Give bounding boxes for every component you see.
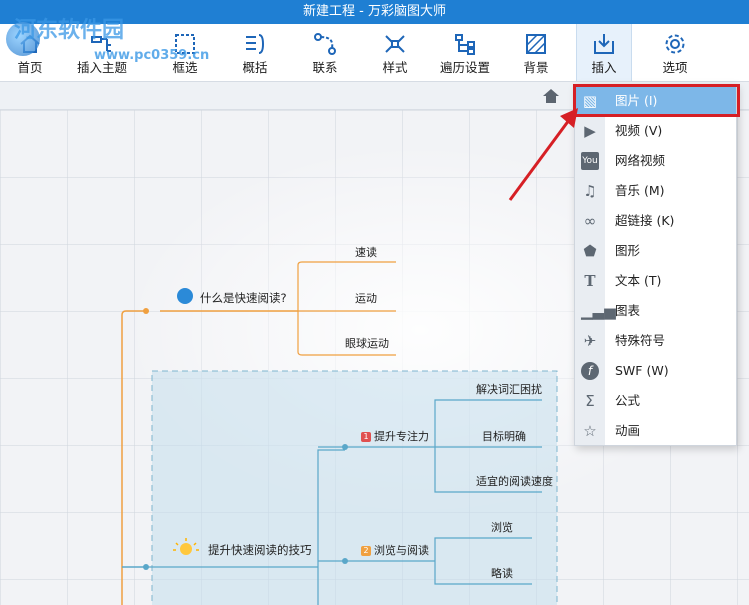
toolbar-insert-button[interactable]: 插入 ▾ (576, 24, 632, 89)
subtopic-speed-read[interactable]: 速读 (355, 244, 377, 260)
menu-item-web-video[interactable]: You 网络视频 (575, 146, 736, 176)
topic-what-is-speed-reading[interactable]: 什么是快速阅读? (200, 290, 287, 306)
watermark-url: www.pc0359.cn (94, 48, 210, 63)
topic-speed-reading-tips[interactable]: 提升快速阅读的技巧 (208, 542, 312, 558)
menu-item-music[interactable]: ♫ 音乐 (M) (575, 176, 736, 206)
subtopic-motion[interactable]: 运动 (355, 290, 377, 306)
link-icon: ∞ (583, 212, 597, 230)
relation-icon (296, 31, 354, 61)
menu-item-special-symbol[interactable]: ✈ 特殊符号 (575, 326, 736, 356)
summary-icon (226, 31, 284, 61)
subtopic-eye-movement[interactable]: 眼球运动 (345, 335, 389, 351)
menu-item-text[interactable]: T 文本 (T) (575, 266, 736, 296)
watermark-site: 河东软件园 (14, 18, 125, 43)
flash-icon: f (581, 362, 599, 380)
insert-icon (577, 31, 631, 61)
toolbar-relation-button[interactable]: 联系 (296, 24, 354, 81)
gear-icon (646, 31, 704, 61)
text-icon: T (584, 272, 596, 290)
leaf-browse[interactable]: 浏览 (491, 519, 513, 535)
leaf-reading-speed[interactable]: 适宜的阅读速度 (476, 473, 553, 489)
background-icon (508, 31, 564, 61)
window-title: 新建工程 - 万彩脑图大师 (303, 4, 446, 19)
toolbar-summary-button[interactable]: 概括 (226, 24, 284, 81)
shape-icon: ⬟ (583, 242, 597, 260)
airplane-icon: ✈ (583, 332, 597, 350)
menu-item-chart[interactable]: ▁▃▅ 图表 (575, 296, 736, 326)
menu-item-video[interactable]: ▶ 视频 (V) (575, 116, 736, 146)
sigma-icon: Σ (585, 392, 595, 410)
leaf-skim[interactable]: 略读 (491, 565, 513, 581)
menu-item-swf[interactable]: f SWF (W) (575, 356, 736, 386)
insert-dropdown-menu: ▧ 图片 (I) ▶ 视频 (V) You 网络视频 ♫ 音乐 (M) ∞ 超链… (574, 84, 737, 446)
traverse-icon (432, 31, 498, 61)
toolbar-traverse-button[interactable]: 遍历设置 (432, 24, 498, 81)
chart-icon: ▁▃▅ (581, 302, 616, 320)
leaf-clear-goal[interactable]: 目标明确 (482, 428, 526, 444)
animation-icon: ☆ (583, 422, 597, 440)
priority-badge-2: 2 (361, 546, 371, 556)
leaf-vocabulary[interactable]: 解决词汇困扰 (476, 381, 542, 397)
priority-badge-1: 1 (361, 432, 371, 442)
menu-item-shape[interactable]: ⬟ 图形 (575, 236, 736, 266)
toolbar-background-button[interactable]: 背景 ▾ (508, 24, 564, 89)
subtopic-browse-read[interactable]: 2 浏览与阅读 (361, 542, 429, 558)
toolbar-options-button[interactable]: 选项 (646, 24, 704, 81)
menu-item-animation[interactable]: ☆ 动画 (575, 416, 736, 446)
subtopic-focus[interactable]: 1 提升专注力 (361, 428, 429, 444)
annotation-arrow (508, 108, 578, 201)
style-icon (366, 31, 424, 61)
annotation-highlight-box (573, 84, 740, 117)
menu-item-hyperlink[interactable]: ∞ 超链接 (K) (575, 206, 736, 236)
toolbar-style-button[interactable]: 样式 (366, 24, 424, 81)
menu-item-formula[interactable]: Σ 公式 (575, 386, 736, 416)
